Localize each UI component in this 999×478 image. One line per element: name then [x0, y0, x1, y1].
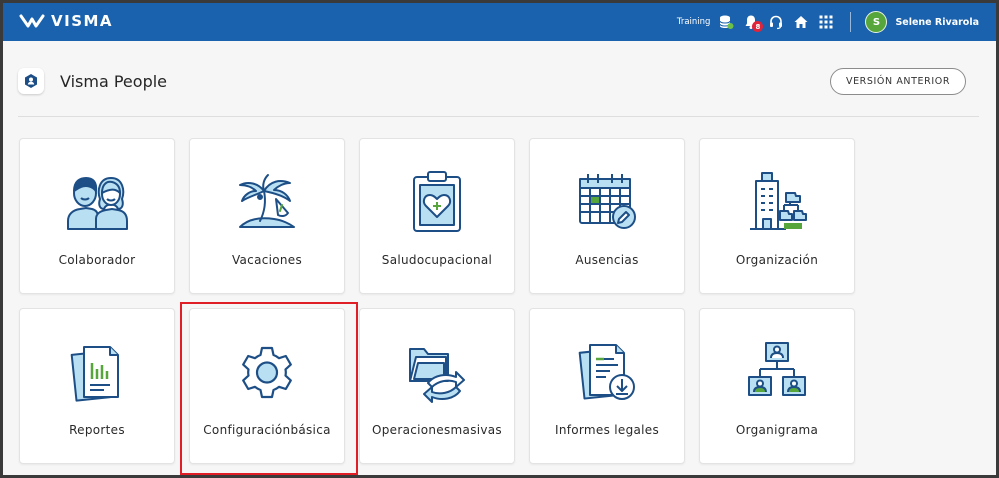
- app-frame: VISMA Training 8 S Selene Rivarola Visma…: [3, 3, 996, 475]
- tile-label: Vacaciones: [231, 253, 303, 267]
- people-icon: [67, 177, 128, 230]
- folder-sync-icon: [409, 348, 465, 403]
- gear-icon: [242, 346, 292, 399]
- tile-ausencias[interactable]: Ausencias: [529, 138, 685, 294]
- tile-vacaciones[interactable]: Vacaciones: [189, 138, 345, 294]
- tile-salud-ocupacional[interactable]: Salud ocupacional: [359, 138, 515, 294]
- database-icon[interactable]: [717, 13, 735, 31]
- visma-logo[interactable]: VISMA: [19, 10, 113, 32]
- app-header: Visma People: [18, 68, 167, 94]
- tile-reportes[interactable]: Reportes: [19, 308, 175, 464]
- tile-label: Colaborador: [58, 253, 136, 267]
- topbar-separator: [850, 12, 852, 32]
- tile-label: Salud ocupacional: [381, 253, 493, 267]
- document-download-icon: [578, 344, 635, 400]
- topbar-actions: Training 8 S Selene Rivarola: [677, 3, 996, 41]
- tile-label: Configuración básica: [203, 423, 331, 437]
- logo-text: VISMA: [51, 12, 114, 30]
- tile-label: Organización: [735, 253, 819, 267]
- user-name[interactable]: Selene Rivarola: [895, 17, 979, 28]
- tile-organigrama[interactable]: Organigrama: [699, 308, 855, 464]
- headset-icon[interactable]: [767, 13, 785, 31]
- tile-configuracion-basica[interactable]: Configuración básica: [189, 308, 345, 464]
- tile-label: Reportes: [69, 423, 125, 437]
- training-label: Training: [676, 17, 711, 27]
- tile-informes-legales[interactable]: Informes legales: [529, 308, 685, 464]
- apps-grid-icon[interactable]: [817, 13, 835, 31]
- tile-label: Ausencias: [575, 253, 639, 267]
- tile-label: Operaciones masivas: [372, 423, 502, 437]
- bell-icon[interactable]: 8: [742, 13, 764, 32]
- header-divider: [18, 116, 979, 117]
- user-avatar[interactable]: S: [865, 11, 888, 33]
- notification-badge: 8: [752, 21, 764, 32]
- visma-logo-icon: [19, 14, 45, 28]
- health-clipboard-icon: [413, 171, 461, 232]
- home-icon[interactable]: [792, 13, 810, 31]
- palm-tree-icon: [239, 174, 295, 228]
- top-bar: VISMA Training 8 S Selene Rivarola: [3, 3, 996, 41]
- previous-version-button[interactable]: VERSIÓN ANTERIOR: [830, 68, 966, 95]
- tile-organizacion[interactable]: Organización: [699, 138, 855, 294]
- report-icon: [70, 346, 119, 402]
- building-org-icon: [750, 172, 807, 230]
- calendar-edit-icon: [579, 174, 636, 229]
- tile-colaborador[interactable]: Colaborador: [19, 138, 175, 294]
- page-title: Visma People: [60, 71, 168, 91]
- tile-operaciones-masivas[interactable]: Operaciones masivas: [359, 308, 515, 464]
- tile-label: Informes legales: [554, 423, 660, 437]
- org-chart-icon: [748, 342, 806, 396]
- visma-people-logo-icon: [18, 68, 44, 94]
- tile-label: Organigrama: [735, 423, 819, 437]
